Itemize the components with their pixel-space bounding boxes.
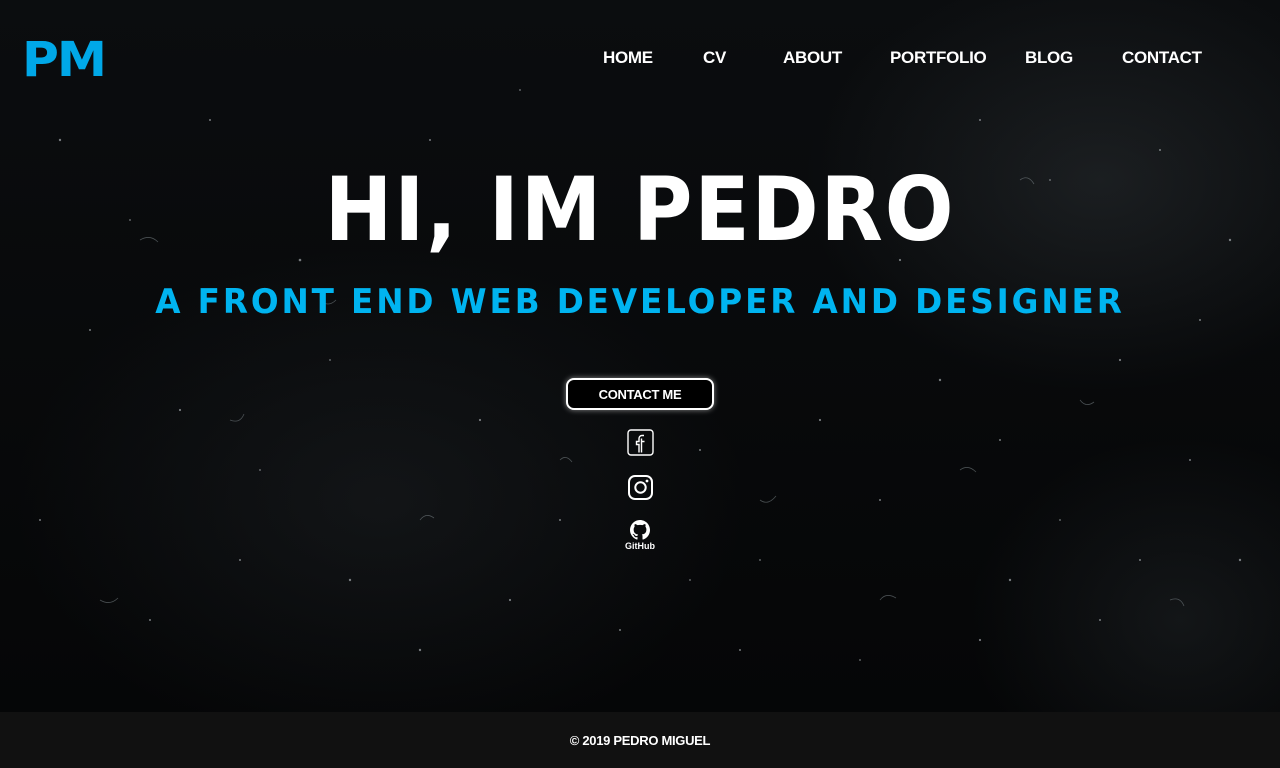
nav-blog[interactable]: BLOG bbox=[1025, 48, 1073, 68]
github-label: GitHub bbox=[625, 541, 655, 551]
main-navigation: HOME CV ABOUT PORTFOLIO BLOG CONTACT bbox=[0, 48, 1280, 72]
nav-contact[interactable]: CONTACT bbox=[1122, 48, 1202, 68]
nav-cv[interactable]: CV bbox=[703, 48, 726, 68]
background-texture bbox=[39, 89, 1242, 661]
nav-home[interactable]: HOME bbox=[603, 48, 653, 68]
hero-headline: HI, IM PEDRO bbox=[324, 158, 956, 261]
facebook-icon bbox=[627, 429, 654, 456]
nav-portfolio[interactable]: PORTFOLIO bbox=[890, 48, 987, 68]
contact-me-button[interactable]: CONTACT ME bbox=[566, 378, 714, 410]
site-footer: © 2019 PEDRO MIGUEL bbox=[0, 712, 1280, 768]
facebook-link[interactable] bbox=[627, 429, 654, 456]
instagram-icon bbox=[628, 475, 653, 500]
nav-about[interactable]: ABOUT bbox=[783, 48, 842, 68]
hero-section bbox=[0, 0, 1280, 712]
copyright-text: © 2019 PEDRO MIGUEL bbox=[569, 732, 711, 748]
github-icon bbox=[630, 520, 650, 540]
instagram-link[interactable] bbox=[627, 474, 654, 501]
github-link[interactable]: GitHub bbox=[620, 520, 660, 552]
hero-subheadline: A FRONT END WEB DEVELOPER AND DESIGNER bbox=[155, 282, 1125, 322]
